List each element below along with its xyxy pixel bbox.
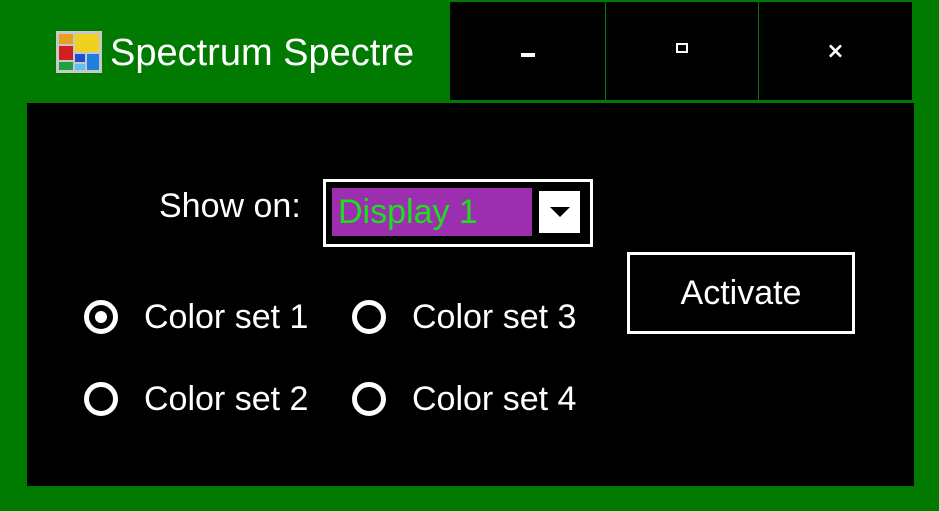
activate-button[interactable]: Activate	[627, 252, 855, 334]
radio-unselected-icon	[352, 382, 386, 416]
minimize-icon	[520, 53, 535, 57]
app-window: Spectrum Spectre × Show on: Display 1 Ac…	[0, 0, 939, 511]
radio-unselected-icon	[84, 382, 118, 416]
close-button[interactable]: ×	[759, 2, 912, 100]
radio-label: Color set 3	[412, 298, 577, 336]
window-title: Spectrum Spectre	[110, 32, 415, 74]
radio-color-set-4[interactable]: Color set 4	[352, 379, 576, 419]
radio-color-set-2[interactable]: Color set 2	[84, 379, 308, 419]
maximize-icon	[676, 43, 688, 53]
close-icon: ×	[826, 38, 845, 64]
radio-dot	[95, 311, 107, 323]
dropdown-button[interactable]	[536, 188, 583, 236]
app-grid-icon	[56, 31, 102, 73]
radio-color-set-3[interactable]: Color set 3	[352, 297, 576, 337]
chevron-down-icon	[549, 207, 570, 217]
radio-color-set-1[interactable]: Color set 1	[84, 297, 308, 337]
maximize-button[interactable]	[606, 2, 758, 100]
radio-label: Color set 2	[144, 380, 309, 418]
display-select[interactable]: Display 1	[323, 179, 593, 247]
show-on-label: Show on:	[159, 187, 301, 225]
client-area: Show on: Display 1 Activate Color set 1 …	[27, 103, 914, 486]
radio-label: Color set 4	[412, 380, 577, 418]
title-bar[interactable]: Spectrum Spectre ×	[0, 0, 939, 102]
radio-label: Color set 1	[144, 298, 309, 336]
display-select-value: Display 1	[332, 188, 532, 236]
radio-unselected-icon	[352, 300, 386, 334]
minimize-button[interactable]	[450, 2, 605, 100]
radio-selected-icon	[84, 300, 118, 334]
